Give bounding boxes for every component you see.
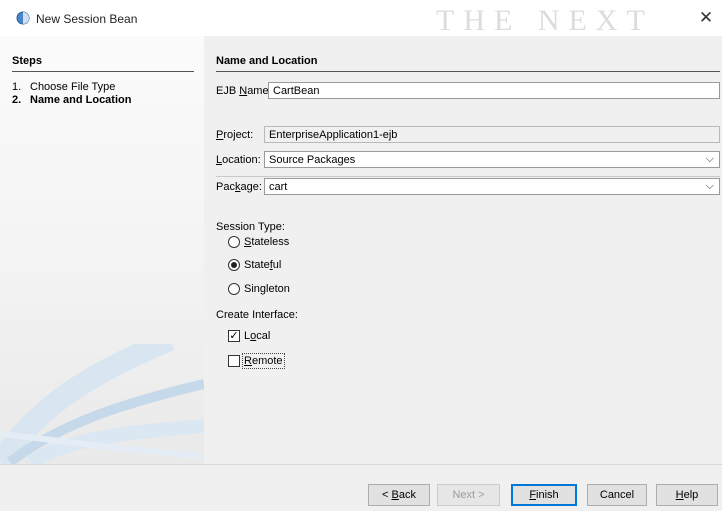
remote-label[interactable]: Remote bbox=[242, 353, 285, 369]
chevron-down-icon[interactable]: ⌵ bbox=[706, 179, 714, 193]
steps-title: Steps bbox=[12, 55, 42, 67]
step-number: 2. bbox=[12, 94, 22, 106]
step-number: 1. bbox=[12, 81, 22, 93]
section-title: Name and Location bbox=[216, 55, 318, 67]
back-button[interactable]: < Back bbox=[368, 484, 430, 506]
ejb-name-input[interactable]: CartBean bbox=[268, 82, 720, 99]
window-title: New Session Bean bbox=[36, 12, 138, 26]
session-type-label: Session Type: bbox=[216, 221, 285, 233]
steps-panel: Steps 1. Choose File Type 2. Name and Loca… bbox=[0, 36, 204, 464]
steps-divider bbox=[12, 71, 194, 72]
step-label: Choose File Type bbox=[30, 81, 116, 93]
project-field: EnterpriseApplication1-ejb bbox=[264, 126, 720, 143]
singleton-label[interactable]: Singleton bbox=[244, 283, 290, 295]
stateless-radio[interactable] bbox=[228, 236, 240, 248]
help-button[interactable]: Help bbox=[656, 484, 718, 506]
location-select[interactable]: Source Packages ⌵ bbox=[264, 151, 720, 168]
remote-checkbox[interactable] bbox=[228, 355, 240, 367]
step-name-and-location: 2. Name and Location bbox=[12, 94, 131, 106]
package-select[interactable]: cart ⌵ bbox=[264, 178, 720, 195]
watermark: THE NEXT bbox=[436, 4, 654, 37]
project-label: Project: bbox=[216, 129, 254, 141]
close-icon[interactable]: ✕ bbox=[696, 8, 716, 28]
title-bar: New Session Bean THE NEXT ✕ bbox=[0, 0, 722, 37]
cancel-button[interactable]: Cancel bbox=[587, 484, 647, 506]
local-label[interactable]: Local bbox=[244, 330, 270, 342]
singleton-radio[interactable] bbox=[228, 283, 240, 295]
stateful-label[interactable]: Stateful bbox=[244, 259, 281, 271]
ejb-name-label: EJB Name: bbox=[216, 85, 272, 97]
local-checkbox[interactable]: ✓ bbox=[228, 330, 240, 342]
create-interface-label: Create Interface: bbox=[216, 309, 298, 321]
content-panel: Name and Location EJB Name: CartBean Pro… bbox=[204, 36, 722, 464]
divider bbox=[216, 176, 720, 177]
chevron-down-icon[interactable]: ⌵ bbox=[706, 152, 714, 166]
section-divider bbox=[216, 71, 720, 72]
stateless-label[interactable]: Stateless bbox=[244, 236, 289, 248]
package-value: cart bbox=[269, 181, 288, 193]
location-label: Location: bbox=[216, 154, 261, 166]
next-button[interactable]: Next > bbox=[437, 484, 500, 506]
finish-button[interactable]: Finish bbox=[511, 484, 577, 506]
step-choose-file-type: 1. Choose File Type bbox=[12, 81, 115, 93]
step-label: Name and Location bbox=[30, 94, 132, 106]
session-bean-icon bbox=[16, 11, 30, 25]
location-value: Source Packages bbox=[269, 154, 356, 166]
wizard-banner-art bbox=[0, 344, 204, 464]
package-label: Package: bbox=[216, 181, 262, 193]
stateful-radio[interactable] bbox=[228, 259, 240, 271]
